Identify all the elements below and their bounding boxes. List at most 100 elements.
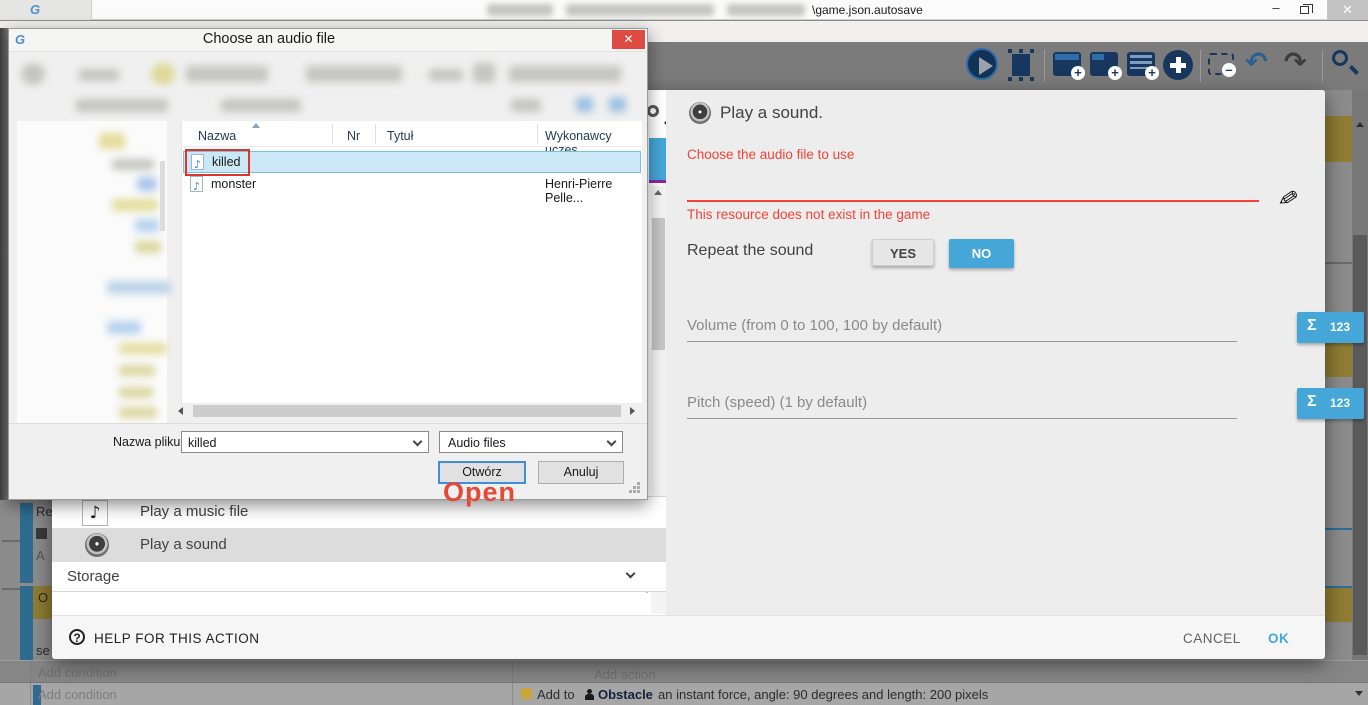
audio-file-icon: ♪ bbox=[190, 176, 203, 192]
volume-input[interactable] bbox=[687, 341, 1237, 342]
dialog-title: Choose an audio file bbox=[149, 31, 389, 47]
cancel-dialog-button[interactable]: Anuluj bbox=[538, 461, 624, 484]
ok-button[interactable]: OK bbox=[1268, 631, 1289, 646]
audio-file-label: Choose the audio file to use bbox=[687, 147, 854, 162]
debug-icon[interactable] bbox=[1012, 54, 1030, 76]
pitch-expression-button[interactable]: Σ 123 bbox=[1297, 388, 1364, 419]
help-icon[interactable]: ? bbox=[69, 629, 85, 645]
filetype-value: Audio files bbox=[448, 433, 506, 453]
action-list-item-music[interactable]: ♪ Play a music file bbox=[52, 496, 666, 528]
filename-combobox[interactable]: killed bbox=[181, 431, 429, 453]
action-search-icon[interactable] bbox=[647, 105, 659, 117]
titlebar-blurred-text bbox=[727, 4, 805, 16]
force-action-text[interactable]: an instant force, angle: 90 degrees and … bbox=[658, 687, 988, 702]
brush-edit-icon[interactable]: ✎ bbox=[1275, 183, 1300, 215]
scroll-up-icon[interactable] bbox=[1356, 122, 1364, 127]
dialog-nav-toolbar-blurred bbox=[21, 61, 631, 89]
event-connector-line bbox=[2, 588, 20, 590]
titlebar-blurred-text bbox=[487, 4, 553, 16]
group-label: Storage bbox=[67, 568, 120, 585]
volume-label: Volume (from 0 to 100, 100 by default) bbox=[687, 317, 942, 334]
event-highlight-block bbox=[1323, 116, 1352, 162]
category-tab-indicator[interactable] bbox=[649, 138, 666, 180]
scroll-left-icon[interactable] bbox=[178, 407, 183, 415]
folder-tree-pane[interactable] bbox=[17, 121, 167, 427]
file-row-monster[interactable]: ♪ monster Henri-Pierre Pelle... bbox=[183, 174, 641, 195]
minimize-button[interactable]: – bbox=[1261, 0, 1291, 18]
add-condition-button[interactable]: Add condition bbox=[38, 665, 117, 680]
restore-icon bbox=[1300, 6, 1309, 14]
scroll-up-icon[interactable] bbox=[654, 190, 662, 195]
force-action-object[interactable]: Obstacle bbox=[598, 687, 653, 702]
tree-scrollbar-thumb[interactable] bbox=[160, 161, 165, 231]
add-icon[interactable] bbox=[1163, 50, 1193, 80]
cancel-button[interactable]: CANCEL bbox=[1183, 631, 1241, 646]
file-list-header: Nazwa Nr Tytuł Wykonawcy uczes... bbox=[182, 121, 643, 147]
remove-event-icon[interactable]: – bbox=[1208, 53, 1234, 75]
scrollbar-thumb[interactable] bbox=[193, 405, 621, 417]
scrollbar-thumb[interactable] bbox=[1353, 235, 1367, 655]
add-action-button[interactable]: Add action bbox=[594, 667, 655, 682]
event-divider bbox=[1323, 262, 1352, 264]
event-partial-text: se bbox=[36, 643, 50, 658]
volume-expression-button[interactable]: Σ 123 bbox=[1297, 312, 1364, 343]
column-header-title[interactable]: Tytuł bbox=[387, 129, 413, 143]
file-dialog: G Choose an audio file ✕ bbox=[8, 28, 648, 500]
event-partial-text: A bbox=[36, 548, 45, 563]
titlebar-tab: G bbox=[0, 0, 92, 20]
close-window-button[interactable]: ✕ bbox=[1327, 0, 1368, 20]
screen: G \game.json.autosave – ✕ + + + – ↶ ↷ bbox=[0, 0, 1368, 705]
annotation-highlight-rect bbox=[185, 149, 250, 176]
window-title-path: \game.json.autosave bbox=[812, 0, 923, 20]
window-left-edge bbox=[0, 28, 8, 500]
add-condition-button[interactable]: Add condition bbox=[38, 687, 117, 702]
filetype-combobox[interactable]: Audio files bbox=[439, 431, 623, 453]
scroll-right-icon[interactable] bbox=[630, 407, 635, 415]
redo-icon[interactable]: ↷ bbox=[1284, 48, 1307, 78]
dialog-close-button[interactable]: ✕ bbox=[612, 30, 645, 49]
filename-value: killed bbox=[188, 433, 217, 453]
add-event-icon[interactable]: + bbox=[1053, 52, 1081, 76]
audio-file-input[interactable] bbox=[687, 200, 1259, 202]
play-sound-editor: Play a sound. Choose the audio file to u… bbox=[666, 90, 1325, 615]
event-connector-line bbox=[2, 540, 20, 542]
event-gutter-bar[interactable] bbox=[20, 586, 33, 660]
column-header-name[interactable]: Nazwa bbox=[198, 129, 236, 143]
event-gutter-bar[interactable] bbox=[20, 503, 33, 583]
force-action-prefix[interactable]: Add to bbox=[537, 687, 575, 702]
search-icon[interactable] bbox=[1332, 50, 1348, 66]
dialog-titlebar: G Choose an audio file ✕ bbox=[9, 29, 647, 52]
event-highlight-block bbox=[1323, 588, 1352, 622]
undo-icon[interactable]: ↶ bbox=[1245, 48, 1268, 78]
scroll-down-icon[interactable] bbox=[1355, 691, 1363, 696]
add-comment-icon[interactable]: + bbox=[1127, 52, 1155, 76]
file-name: monster bbox=[211, 177, 256, 191]
file-list-hscrollbar[interactable] bbox=[173, 403, 642, 419]
repeat-yes-button[interactable]: YES bbox=[872, 239, 934, 266]
dialog-bottom-area: Nazwa pliku: killed Audio files Otwórz A… bbox=[9, 423, 647, 499]
action-list-item-sound-selected[interactable]: Play a sound bbox=[52, 528, 666, 562]
resize-grip[interactable] bbox=[637, 482, 640, 485]
gdevelop-logo-icon: G bbox=[15, 32, 25, 48]
repeat-no-button[interactable]: NO bbox=[949, 239, 1014, 268]
file-row-killed[interactable]: ♪ killed bbox=[183, 151, 641, 173]
column-header-nr[interactable]: Nr bbox=[347, 129, 360, 143]
scrollbar-thumb[interactable] bbox=[652, 218, 665, 350]
resource-error-text: This resource does not exist in the game bbox=[687, 207, 930, 222]
pitch-input[interactable] bbox=[687, 418, 1237, 419]
event-object-icon bbox=[36, 528, 47, 539]
help-for-action-button[interactable]: HELP FOR THIS ACTION bbox=[94, 631, 260, 646]
pitch-label: Pitch (speed) (1 by default) bbox=[687, 394, 867, 411]
speaker-icon bbox=[85, 533, 109, 557]
numeric-badge: 123 bbox=[1330, 396, 1350, 410]
modal-footer: ? HELP FOR THIS ACTION CANCEL OK bbox=[52, 615, 1325, 659]
obstacle-object-icon bbox=[585, 689, 593, 700]
speaker-icon bbox=[689, 102, 711, 124]
action-group-storage[interactable]: Storage bbox=[52, 562, 666, 592]
music-note-icon: ♪ bbox=[82, 500, 108, 526]
add-sub-event-icon[interactable]: + bbox=[1090, 52, 1118, 76]
editor-title: Play a sound. bbox=[720, 103, 823, 123]
play-icon[interactable] bbox=[966, 48, 998, 80]
event-highlight-block: O bbox=[33, 586, 52, 619]
titlebar-blurred-text bbox=[566, 4, 714, 16]
